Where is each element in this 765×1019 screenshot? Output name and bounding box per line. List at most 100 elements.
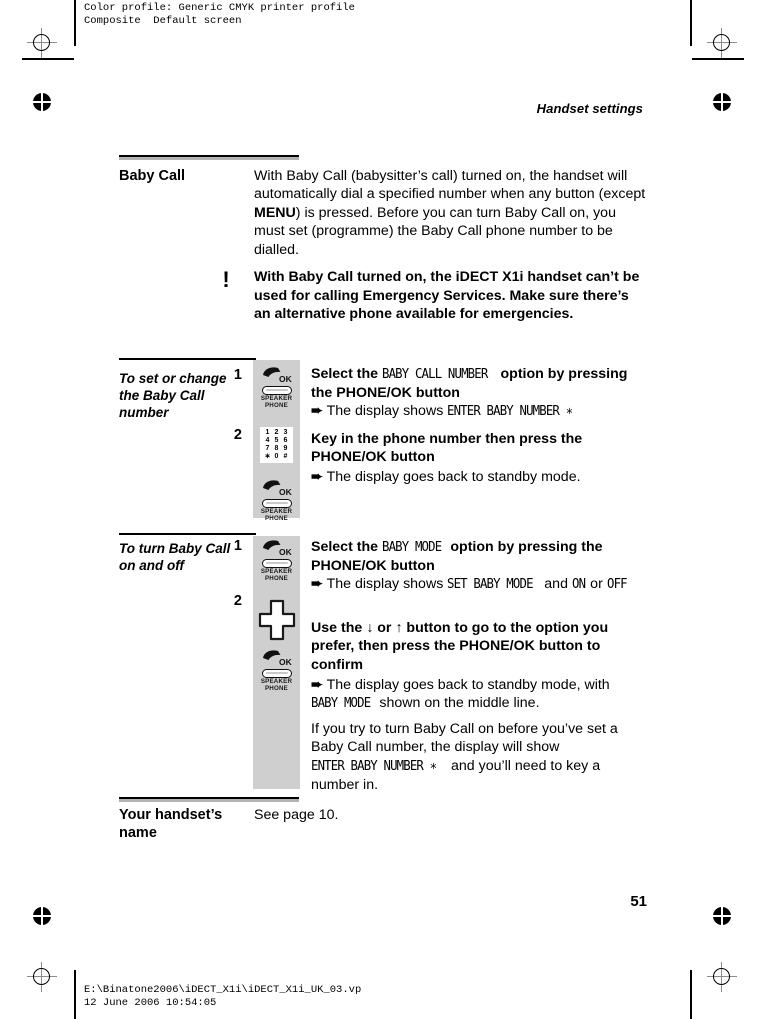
svg-text:OK: OK xyxy=(279,657,293,667)
mode1-part2: option by pressing the xyxy=(446,539,603,555)
phone-ok-button-icon-second[interactable]: OK SPEAKER PHONE xyxy=(253,478,300,522)
keypad-key: 2 xyxy=(274,429,279,436)
phone-ok-caption: SPEAKER PHONE xyxy=(253,395,300,409)
lcd-set-baby-mode: SET BABY MODE xyxy=(447,577,533,592)
navigation-pad-icon[interactable] xyxy=(253,598,300,642)
baby-call-description: With Baby Call (babysitter’s call) turne… xyxy=(254,167,646,259)
result-line-set-1: ➨ The display shows ENTER BABY NUMBER ∗ xyxy=(311,402,651,421)
step-text-set-2: Key in the phone number then press the P… xyxy=(311,430,646,467)
mode2-result-prefix: The display goes back to standby mode, w… xyxy=(326,677,610,693)
lcd-baby-call-number: BABY CALL NUMBER xyxy=(381,367,488,382)
oval-key-shape xyxy=(261,559,292,568)
mode2-result-tail: shown on the middle line. xyxy=(375,695,540,712)
section-rule-baby-mode xyxy=(119,533,256,535)
rule-dark-band xyxy=(119,358,256,360)
footer-file-path: E:\Binatone2006\iDECT_X1i\iDECT_X1i_UK_0… xyxy=(84,984,362,996)
note-part1: If you try to turn Baby Call on before y… xyxy=(311,721,618,756)
rule-light-band xyxy=(119,157,299,160)
keypad-key: # xyxy=(283,453,288,460)
page-number: 51 xyxy=(630,893,647,910)
handset-ok-glyph: OK xyxy=(258,478,296,499)
result-line-mode-2: ➨ The display goes back to standby mode,… xyxy=(311,676,646,714)
phone-ok-button-icon-mode2[interactable]: OK SPEAKER PHONE xyxy=(253,648,300,692)
result-arrow-icon: ➨ xyxy=(311,677,323,693)
svg-text:OK: OK xyxy=(279,487,293,497)
handset-receiver-icon: OK xyxy=(262,650,293,667)
mode1-result-prefix: The display shows xyxy=(326,576,448,592)
phone-ok-label-set2: PHONE/OK xyxy=(311,449,387,466)
mode1-result-tail: or xyxy=(586,576,607,592)
baby-call-desc-part2: ) is pressed. Before you can turn Baby C… xyxy=(254,204,616,258)
result-arrow-icon: ➨ xyxy=(311,403,323,419)
section-title-turn-baby-call: To turn Baby Call on and off xyxy=(119,541,231,573)
set2-result-prefix: The display goes back to standby mode. xyxy=(326,469,581,485)
handset-receiver-icon: OK xyxy=(262,480,293,497)
keypad-key: 1 xyxy=(265,429,270,436)
oval-key-shape xyxy=(261,669,292,678)
lcd-baby-mode: BABY MODE xyxy=(381,540,442,555)
phone-ok-button-icon[interactable]: OK SPEAKER PHONE xyxy=(253,365,300,409)
section-rule-handset-name xyxy=(119,797,299,802)
keypad-icon[interactable]: 1 2 3 4 5 6 7 8 9 ∗ 0 # xyxy=(253,427,300,463)
mode2-or: or xyxy=(373,620,396,636)
menu-button-label: MENU xyxy=(254,204,296,221)
keypad-key: 7 xyxy=(265,445,270,452)
phone-ok-button-icon-mode1[interactable]: OK SPEAKER PHONE xyxy=(253,538,300,582)
step-text-mode-2: Use the ↓ or ↑ button to go to the optio… xyxy=(311,619,643,674)
set1-part3: button xyxy=(411,385,460,402)
lcd-enter-baby-number: ENTER BABY NUMBER ∗ xyxy=(447,404,573,419)
lcd-on: ON xyxy=(571,577,586,592)
lcd-enter-baby-number-note: ENTER BABY NUMBER ∗ xyxy=(311,758,437,774)
footer-timestamp: 12 June 2006 10:54:05 xyxy=(84,997,217,1009)
step-number-set-2: 2 xyxy=(233,427,242,443)
caption-line-phone: PHONE xyxy=(264,684,288,692)
rule-light-band xyxy=(119,799,299,802)
phone-ok-caption: SPEAKER PHONE xyxy=(253,508,300,522)
keypad-key: 6 xyxy=(283,437,288,444)
phone-ok-label-mode2: PHONE/OK xyxy=(459,638,535,655)
result-arrow-icon: ➨ xyxy=(311,576,323,592)
mode1-part1: Select the xyxy=(311,539,382,555)
svg-text:OK: OK xyxy=(279,374,293,384)
step-text-set-1: Select the BABY CALL NUMBER option by pr… xyxy=(311,365,646,403)
baby-mode-note: If you try to turn Baby Call on before y… xyxy=(311,720,646,795)
result-arrow-icon: ➨ xyxy=(311,469,323,485)
keypad-key: ∗ xyxy=(264,453,271,460)
mode2-part1: Use the xyxy=(311,620,367,636)
keypad-grid: 1 2 3 4 5 6 7 8 9 ∗ 0 # xyxy=(260,427,293,463)
handset-ok-glyph: OK xyxy=(258,365,296,386)
keypad-key: 9 xyxy=(283,445,288,452)
keypad-key: 3 xyxy=(283,429,288,436)
mode1-part3: button xyxy=(386,558,435,575)
phone-ok-caption: SPEAKER PHONE xyxy=(253,568,300,582)
step-number-mode-2: 2 xyxy=(233,593,242,609)
emergency-warning-text: With Baby Call turned on, the iDECT X1i … xyxy=(254,269,640,323)
four-way-cross-key-icon xyxy=(258,599,295,641)
set2-part1: Key in the phone number then press the xyxy=(311,431,583,447)
keypad-key: 5 xyxy=(274,437,279,444)
handset-name-body: See page 10. xyxy=(254,807,339,823)
mode1-result-mid: and xyxy=(540,576,572,592)
step-text-mode-1: Select the BABY MODE option by pressing … xyxy=(311,538,646,576)
result-line-set-2: ➨ The display goes back to standby mode. xyxy=(311,468,651,486)
handset-ok-glyph: OK xyxy=(258,538,296,559)
oval-key-shape xyxy=(261,499,292,508)
section-title-handset-name: Your handset’s name xyxy=(119,807,223,841)
lcd-off: OFF xyxy=(606,577,628,592)
handset-receiver-icon: OK xyxy=(262,540,293,557)
baby-call-desc-part1: With Baby Call (babysitter’s call) turne… xyxy=(254,168,646,203)
rule-dark-band xyxy=(119,533,256,535)
svg-text:OK: OK xyxy=(279,547,293,557)
handset-receiver-icon: OK xyxy=(262,367,293,384)
keypad-key: 0 xyxy=(274,453,279,460)
caption-line-phone: PHONE xyxy=(264,574,288,582)
prepress-footer: E:\Binatone2006\iDECT_X1i\iDECT_X1i_UK_0… xyxy=(84,984,361,1010)
set2-part3: button xyxy=(386,449,435,466)
section-title-baby-call: Baby Call xyxy=(119,168,186,184)
phone-ok-label-mode1: PHONE/OK xyxy=(311,558,387,575)
oval-key-shape xyxy=(261,386,292,395)
caption-line-phone: PHONE xyxy=(264,514,288,522)
keypad-key: 4 xyxy=(265,437,270,444)
section-title-set-baby-call-number: To set or change the Baby Call number xyxy=(119,371,227,420)
running-head: Handset settings xyxy=(536,101,643,116)
